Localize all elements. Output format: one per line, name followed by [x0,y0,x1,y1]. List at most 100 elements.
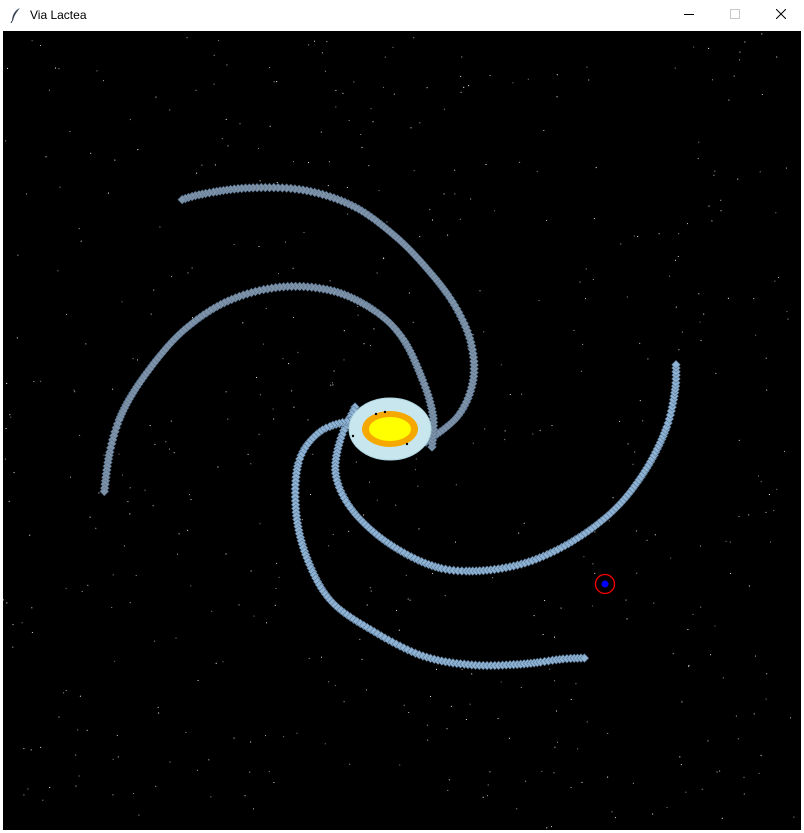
star [332,382,333,384]
star [793,816,795,818]
star [343,359,345,361]
star [700,545,701,547]
star [541,770,543,772]
star [129,119,131,121]
star [626,296,628,298]
star [766,389,768,391]
star [103,80,104,82]
star [758,475,759,477]
star [78,228,80,230]
star [408,292,410,294]
window-title: Via Lactea [30,8,87,22]
star [778,277,779,278]
minimize-button[interactable] [666,0,712,30]
star [753,713,755,715]
star [554,680,556,682]
star [187,272,189,274]
star [594,531,596,533]
star [725,540,727,542]
star [586,721,588,723]
star [594,572,596,574]
star [213,83,215,85]
star [469,703,471,705]
star [21,622,23,624]
star [699,321,701,323]
star [291,390,293,392]
star [639,342,641,344]
star [288,363,290,365]
star [269,125,271,127]
star [278,273,279,275]
galaxy-canvas[interactable] [3,31,801,830]
close-button[interactable] [758,0,804,30]
star [296,732,298,734]
star [66,313,67,315]
star [173,452,175,454]
position-marker[interactable] [594,573,616,595]
star [192,317,193,319]
star [273,782,275,783]
star [278,576,280,578]
star [26,193,28,195]
star [328,161,330,163]
star [273,81,275,83]
star [135,575,137,576]
star [214,164,216,166]
star [42,799,44,801]
star [346,187,348,188]
title-bar[interactable]: Via Lactea [0,0,804,30]
star [712,79,713,81]
star [222,661,224,663]
star [570,699,572,700]
star [275,588,277,589]
star [363,343,365,345]
close-icon [775,6,787,24]
star [479,290,481,292]
star [729,541,731,543]
star [633,235,635,237]
star [70,476,71,478]
star [642,420,644,422]
star [210,796,212,798]
maximize-button[interactable] [712,0,758,30]
star [132,358,134,360]
star [284,241,286,243]
star [40,380,42,382]
star [361,146,363,148]
star [250,463,252,465]
star [293,317,294,318]
star [692,613,694,615]
star [137,359,138,361]
star [263,343,264,345]
star [611,811,613,813]
star [77,729,79,731]
star [78,775,80,777]
star [790,717,791,719]
star [759,171,761,173]
star [743,793,745,795]
star [98,492,100,494]
star [681,701,683,703]
star [544,600,546,601]
star [429,209,431,211]
star [509,394,511,395]
star [461,56,463,58]
marker-dot [601,580,609,588]
star [447,789,449,791]
star [217,466,219,468]
star [739,59,740,61]
star [454,169,456,171]
star [144,489,146,491]
star [265,735,266,737]
star [693,46,695,48]
star [221,138,223,140]
star [715,372,717,374]
star [59,186,61,188]
star [242,322,244,324]
star [355,461,357,463]
star [607,732,609,734]
star [40,45,41,46]
star [527,78,529,80]
star [761,94,763,95]
star [190,499,192,500]
